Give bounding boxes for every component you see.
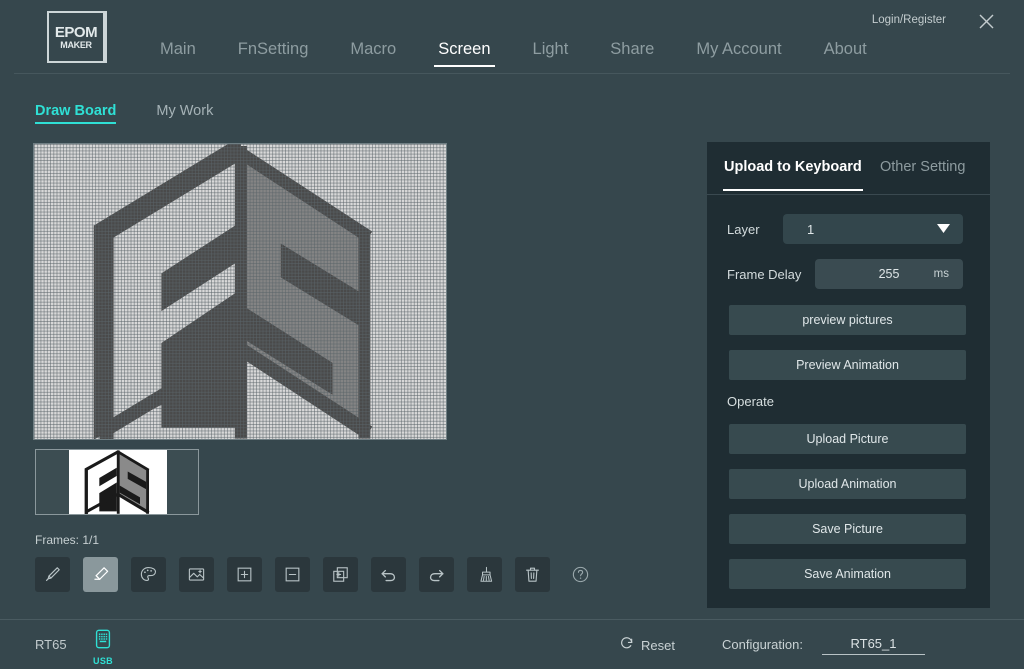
usb-label: USB <box>93 656 113 666</box>
layer-select[interactable]: 1 <box>783 214 963 244</box>
nav-item-light[interactable]: Light <box>533 40 569 67</box>
nav-item-my-account[interactable]: My Account <box>696 40 781 67</box>
logo-bracket <box>95 11 107 63</box>
section-tabs: Draw Board My Work <box>35 103 253 124</box>
usb-connection-indicator[interactable]: USB <box>92 628 114 666</box>
nav-item-share[interactable]: Share <box>610 40 654 67</box>
nav-item-screen[interactable]: Screen <box>434 40 495 67</box>
upload-panel: Upload to Keyboard Other Setting Layer 1… <box>707 142 990 608</box>
preview-pictures-button[interactable]: preview pictures <box>729 305 966 335</box>
tab-other-setting[interactable]: Other Setting <box>880 159 965 175</box>
add-frame-icon[interactable] <box>227 557 262 592</box>
pixel-draw-canvas[interactable] <box>33 143 447 440</box>
logo-line-1: EPOM <box>54 23 98 41</box>
nav-item-fnsetting[interactable]: FnSetting <box>238 40 309 67</box>
reset-button[interactable]: Reset <box>620 636 675 655</box>
nav-item-main[interactable]: Main <box>160 40 196 67</box>
broom-icon[interactable] <box>467 557 502 592</box>
remove-frame-icon[interactable] <box>275 557 310 592</box>
frame-delay-label: Frame Delay <box>727 266 802 282</box>
layer-row: Layer 1 <box>727 214 970 244</box>
header-divider <box>14 73 1010 74</box>
save-animation-button[interactable]: Save Animation <box>729 559 966 589</box>
frame-thumbnail-1[interactable] <box>35 449 199 515</box>
frame-delay-unit: ms <box>933 268 949 280</box>
upload-animation-button[interactable]: Upload Animation <box>729 469 966 499</box>
nav-item-about[interactable]: About <box>824 40 867 67</box>
keyboard-icon <box>92 628 114 655</box>
configuration-label: Configuration: <box>722 637 803 652</box>
refresh-icon <box>620 636 634 655</box>
status-bar-divider <box>0 619 1024 620</box>
frame-thumbnail-image <box>69 450 167 514</box>
main-nav: Main FnSetting Macro Screen Light Share … <box>160 40 909 72</box>
upload-picture-button[interactable]: Upload Picture <box>729 424 966 454</box>
reset-label: Reset <box>641 638 675 653</box>
frame-delay-row: Frame Delay 255 ms <box>727 259 970 289</box>
tab-upload-to-keyboard[interactable]: Upload to Keyboard <box>723 159 863 191</box>
chevron-down-icon <box>937 220 950 238</box>
palette-icon[interactable] <box>131 557 166 592</box>
eraser-icon[interactable] <box>83 557 118 592</box>
undo-icon[interactable] <box>371 557 406 592</box>
help-icon[interactable] <box>563 557 598 592</box>
configuration-input[interactable]: RT65_1 <box>822 634 925 655</box>
login-register-link[interactable]: Login/Register <box>872 14 946 26</box>
canvas-artwork <box>34 144 446 439</box>
title-bar: EPOM MAKER Main FnSetting Macro Screen L… <box>0 0 1024 74</box>
image-icon[interactable] <box>179 557 214 592</box>
frame-delay-input[interactable]: 255 ms <box>815 259 963 289</box>
redo-icon[interactable] <box>419 557 454 592</box>
brush-icon[interactable] <box>35 557 70 592</box>
logo-line-2: MAKER <box>60 39 92 50</box>
frames-counter: Frames: 1/1 <box>35 533 100 547</box>
close-icon[interactable] <box>974 9 998 33</box>
panel-tab-bar: Upload to Keyboard Other Setting <box>707 142 990 195</box>
trash-icon[interactable] <box>515 557 550 592</box>
device-name: RT65 <box>35 637 67 652</box>
drawing-toolbar <box>35 557 598 592</box>
nav-item-macro[interactable]: Macro <box>350 40 396 67</box>
save-picture-button[interactable]: Save Picture <box>729 514 966 544</box>
tab-draw-board[interactable]: Draw Board <box>35 103 117 124</box>
layer-label: Layer <box>727 221 760 237</box>
preview-animation-button[interactable]: Preview Animation <box>729 350 966 380</box>
copy-frame-icon[interactable] <box>323 557 358 592</box>
operate-section-label: Operate <box>727 394 774 409</box>
tab-my-work[interactable]: My Work <box>156 103 213 124</box>
layer-value: 1 <box>807 221 815 237</box>
configuration-value: RT65_1 <box>850 636 897 651</box>
app-window: EPOM MAKER Main FnSetting Macro Screen L… <box>0 0 1024 669</box>
